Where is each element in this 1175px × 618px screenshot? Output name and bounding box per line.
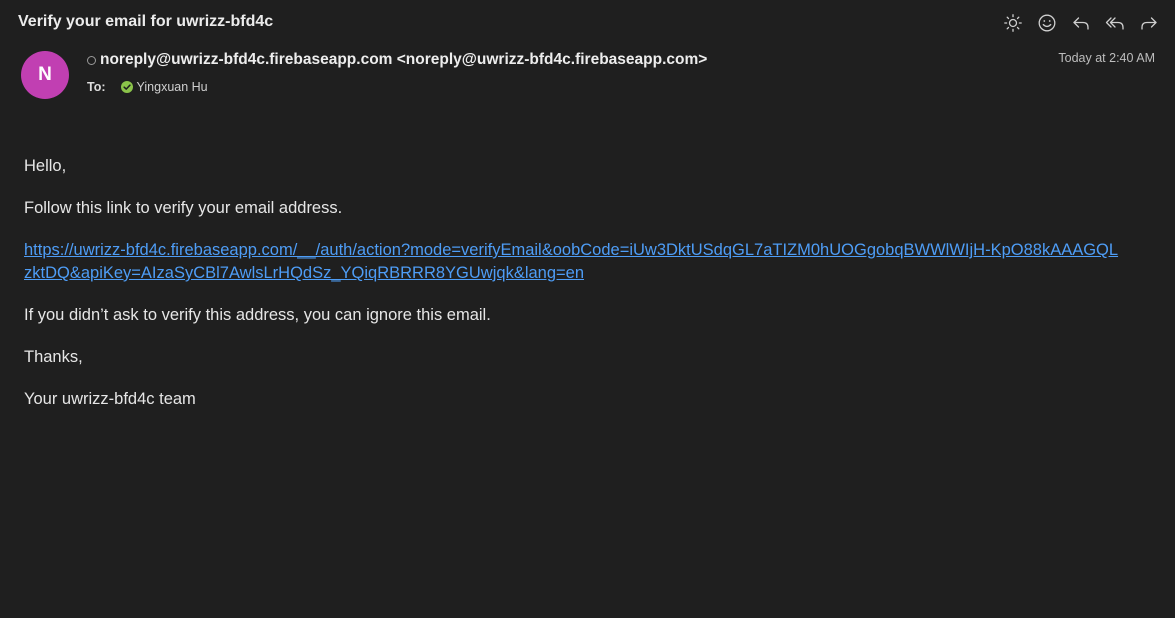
brightness-icon [1004, 14, 1022, 32]
forward-icon [1141, 17, 1157, 30]
to-label: To: [87, 80, 106, 94]
emoji-button[interactable] [1037, 11, 1057, 35]
verified-check-icon [120, 81, 133, 93]
recipient-row: To: Yingxuan Hu [87, 80, 208, 94]
verify-email-link[interactable]: https://uwrizz-bfd4c.firebaseapp.com/__/… [24, 239, 1124, 285]
greeting-text: Hello, [24, 157, 67, 175]
signature-text: Your uwrizz-bfd4c team [24, 390, 196, 408]
instruction-text: Follow this link to verify your email ad… [24, 199, 343, 217]
reply-all-button[interactable] [1105, 11, 1125, 35]
email-body: Hello, Follow this link to verify your e… [24, 155, 1134, 430]
forward-button[interactable] [1139, 11, 1159, 35]
reply-icon [1073, 17, 1089, 30]
ignore-note-text: If you didn’t ask to verify this address… [24, 306, 491, 324]
message-toolbar [1003, 11, 1159, 35]
email-subject: Verify your email for uwrizz-bfd4c [18, 13, 274, 30]
reply-all-icon [1105, 17, 1124, 30]
sender-avatar[interactable]: N [21, 51, 69, 99]
thanks-text: Thanks, [24, 348, 83, 366]
presence-status-icon [87, 55, 96, 65]
reply-button[interactable] [1071, 11, 1091, 35]
sender-address[interactable]: noreply@uwrizz-bfd4c.firebaseapp.com <no… [100, 51, 707, 69]
emoji-icon [1038, 14, 1056, 32]
received-date: Today at 2:40 AM [1058, 51, 1155, 65]
sender-row: noreply@uwrizz-bfd4c.firebaseapp.com <no… [87, 51, 707, 69]
brightness-button[interactable] [1003, 11, 1023, 35]
recipient-name[interactable]: Yingxuan Hu [137, 80, 208, 94]
